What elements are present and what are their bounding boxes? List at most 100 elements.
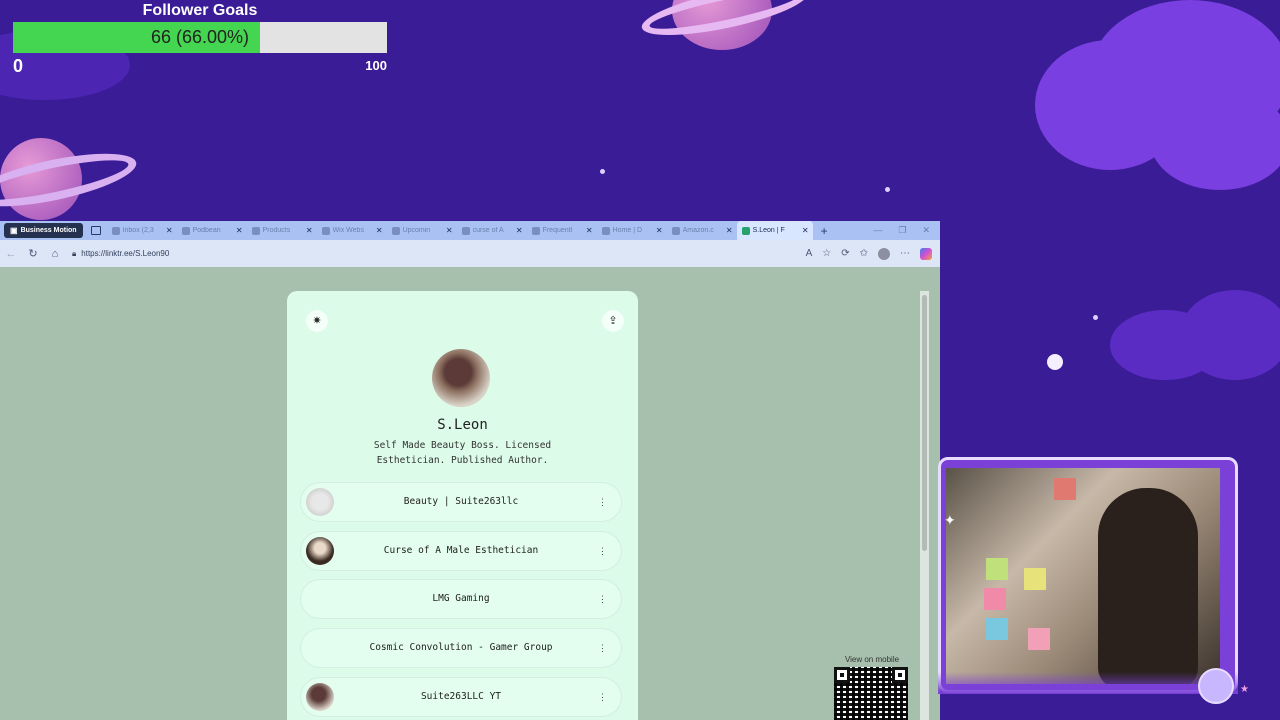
profile-avatar-icon[interactable]: [878, 247, 890, 260]
qr-code: [834, 667, 908, 720]
sticky-note: [986, 558, 1008, 580]
link-more-icon[interactable]: ⋮: [598, 629, 607, 667]
goal-progress-bar: 66 (66.00%): [13, 22, 387, 53]
cloud-decoration: [1180, 290, 1280, 380]
webcam-bottom-decoration: [938, 672, 1238, 694]
tab-label: Upcomin: [402, 227, 431, 234]
tab-close-icon[interactable]: ✕: [586, 226, 593, 235]
tab-label: curse of A: [472, 227, 504, 234]
workspace-button[interactable]: ▣ Business Motion: [4, 223, 83, 238]
url-field[interactable]: 🔒︎ https://linktr.ee/S.Leon90: [72, 249, 806, 259]
tab-favicon-icon: [111, 226, 120, 235]
read-aloud-icon[interactable]: A: [806, 248, 813, 259]
tab-close-icon[interactable]: ✕: [376, 226, 383, 235]
tab-favicon-icon: [741, 226, 750, 235]
sticky-note: [1054, 478, 1076, 500]
scrollbar-thumb[interactable]: [922, 295, 927, 551]
share-icon[interactable]: ⇪: [602, 310, 624, 332]
link-more-icon[interactable]: ⋮: [598, 532, 607, 570]
qr-panel: View on mobile: [834, 655, 910, 720]
link-label: Cosmic Convolution - Gamer Group: [369, 642, 553, 654]
tab-close-icon[interactable]: ✕: [802, 226, 809, 235]
qr-finder: [834, 667, 850, 683]
qr-title: View on mobile: [844, 655, 900, 664]
favorite-star-icon[interactable]: ☆: [822, 248, 831, 259]
link-label: Curse of A Male Esthetician: [383, 544, 539, 556]
tab-close-icon[interactable]: ✕: [236, 226, 243, 235]
tab-favicon-icon: [601, 226, 610, 235]
link-more-icon[interactable]: ⋮: [598, 678, 607, 716]
link-more-icon[interactable]: ⋮: [598, 483, 607, 521]
tab-label: Amazon.c: [682, 227, 714, 234]
tab-label: Inbox (2,3: [122, 227, 154, 234]
close-window-icon[interactable]: ✕: [922, 225, 930, 236]
browser-tab[interactable]: curse of A ✕: [457, 221, 527, 240]
browser-tab[interactable]: Wix Webs ✕: [317, 221, 387, 240]
window-controls: — ❐ ✕: [873, 225, 930, 236]
link-button[interactable]: Curse of A Male Esthetician ⋮: [301, 531, 621, 570]
tab-label: Wix Webs: [332, 227, 364, 234]
tab-favicon-icon: [321, 226, 330, 235]
browser-window: ▣ Business Motion Inbox (2,3 ✕ Podbean ✕ Pro…: [0, 221, 940, 720]
page-viewport: ✷ ⇪ S.Leon Self Made Beauty Boss. Licens…: [0, 267, 940, 720]
goal-value-text: 66 (66.00%): [150, 27, 250, 47]
tab-favicon-icon: [671, 226, 680, 235]
link-button[interactable]: LMG Gaming ⋮: [301, 580, 621, 619]
tab-bar: ▣ Business Motion Inbox (2,3 ✕ Podbean ✕ Pro…: [0, 221, 940, 240]
link-button[interactable]: Suite263LLC YT ⋮: [301, 677, 621, 716]
workspace-icon: ▣: [10, 226, 18, 235]
tab-close-icon[interactable]: ✕: [656, 226, 663, 235]
browser-tab[interactable]: Amazon.c ✕: [667, 221, 737, 240]
link-button[interactable]: Cosmic Convolution - Gamer Group ⋮: [301, 629, 621, 668]
tab-favicon-icon: [531, 226, 540, 235]
page-scrollbar[interactable]: [920, 291, 929, 720]
tab-close-icon[interactable]: ✕: [516, 226, 523, 235]
back-icon[interactable]: ←: [0, 248, 22, 260]
goal-max-label: 100: [365, 58, 387, 73]
extensions-icon[interactable]: ⟳: [841, 248, 849, 259]
tab-close-icon[interactable]: ✕: [306, 226, 313, 235]
goal-min-label: 0: [13, 56, 24, 76]
tab-label: Home | D: [612, 227, 643, 234]
link-button[interactable]: Beauty | Suite263llc ⋮: [301, 483, 621, 521]
star-decoration: [885, 187, 890, 192]
copilot-icon[interactable]: [920, 247, 932, 260]
tab-close-icon[interactable]: ✕: [166, 226, 173, 235]
url-text: https://linktr.ee/S.Leon90: [81, 249, 170, 258]
minimize-icon[interactable]: —: [873, 225, 882, 236]
tab-favicon-icon: [461, 226, 470, 235]
browser-tab[interactable]: Home | D ✕: [597, 221, 667, 240]
linktree-card: ✷ ⇪ S.Leon Self Made Beauty Boss. Licens…: [287, 291, 638, 720]
browser-tab[interactable]: Upcomin ✕: [387, 221, 457, 240]
home-icon[interactable]: ⌂: [44, 248, 66, 260]
tab-actions-icon[interactable]: [90, 226, 101, 235]
browser-tab[interactable]: Podbean ✕: [177, 221, 247, 240]
link-more-icon[interactable]: ⋮: [598, 580, 607, 618]
new-tab-button[interactable]: +: [821, 224, 828, 238]
sparkle-icon: ✦: [944, 512, 956, 528]
sparkle-icon: ★: [1240, 684, 1249, 695]
more-menu-icon[interactable]: ⋯: [900, 248, 910, 259]
tab-close-icon[interactable]: ✕: [726, 226, 733, 235]
browser-tab[interactable]: Inbox (2,3 ✕: [107, 221, 177, 240]
browser-tab[interactable]: Frequentl ✕: [527, 221, 597, 240]
browser-tab[interactable]: S.Leon | F ✕: [736, 221, 813, 240]
browser-tab[interactable]: Products ✕: [247, 221, 317, 240]
tab-favicon-icon: [391, 226, 400, 235]
sticky-note: [1024, 568, 1046, 590]
tab-favicon-icon: [181, 226, 190, 235]
sticky-note: [1028, 628, 1050, 650]
maximize-icon[interactable]: ❐: [898, 225, 906, 236]
refresh-icon[interactable]: ↻: [22, 247, 44, 260]
tab-close-icon[interactable]: ✕: [446, 226, 453, 235]
linktree-logo-icon[interactable]: ✷: [306, 310, 328, 332]
profile-name: S.Leon: [437, 417, 488, 433]
moon-decoration: [1198, 668, 1234, 704]
qr-finder: [892, 667, 908, 683]
star-decoration: [1093, 315, 1098, 320]
link-label: Beauty | Suite263llc: [403, 496, 519, 507]
favorites-icon[interactable]: ✩: [860, 248, 868, 259]
sticky-note: [984, 588, 1006, 610]
tab-strip: Inbox (2,3 ✕ Podbean ✕ Products ✕ Wix Webs ✕ Upc…: [107, 221, 813, 240]
address-bar: ← ↻ ⌂ 🔒︎ https://linktr.ee/S.Leon90 A ☆ …: [0, 240, 940, 267]
